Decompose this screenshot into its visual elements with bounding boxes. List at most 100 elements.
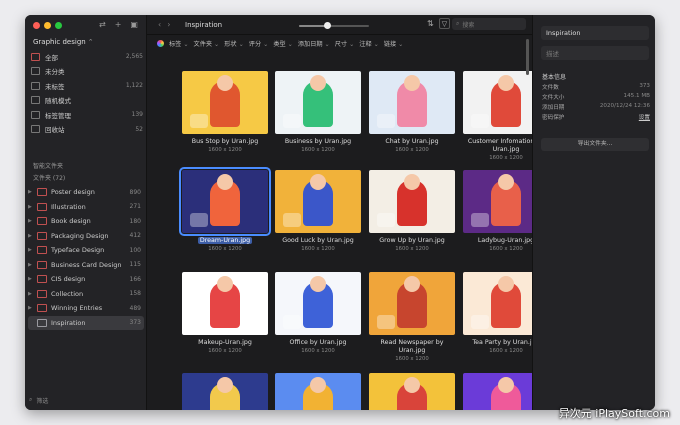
- filter-label: 文件夹: [193, 41, 213, 48]
- disclosure-arrow-icon[interactable]: ▶: [28, 262, 35, 268]
- thumbnail-image[interactable]: [369, 272, 455, 335]
- thumbnail-card[interactable]: Grow Up by Uran.jpg 1600 x 1200: [367, 170, 457, 252]
- sidebar-item[interactable]: 回收站 52: [31, 123, 143, 136]
- thumbnail-card[interactable]: [367, 373, 457, 410]
- filter-dropdown[interactable]: 评分 ⌄: [249, 39, 269, 48]
- folder-icon: [37, 318, 47, 327]
- filter-dropdown[interactable]: 文件夹 ⌄: [194, 39, 220, 48]
- sidebar-item[interactable]: 全部 2,565: [31, 50, 143, 63]
- thumbnail-name: Chat by Uran.jpg: [367, 138, 457, 146]
- thumbnail-card[interactable]: Business by Uran.jpg 1600 x 1200: [273, 71, 363, 153]
- description-field[interactable]: 描述: [541, 46, 649, 60]
- thumbnail-card[interactable]: Read Newspaper by Uran.jpg 1600 x 1200: [367, 272, 457, 362]
- back-icon[interactable]: ‹: [158, 20, 161, 29]
- thumbnail-image[interactable]: [182, 272, 268, 335]
- thumbnail-card[interactable]: Makeup-Uran.jpg 1600 x 1200: [180, 272, 270, 354]
- add-icon[interactable]: +: [115, 20, 122, 29]
- color-filter-icon[interactable]: [157, 40, 164, 47]
- thumbnail-image[interactable]: [275, 71, 361, 134]
- filter-dropdown[interactable]: 添加日期 ⌄: [298, 39, 330, 48]
- filter-dropdown[interactable]: 形状 ⌄: [224, 39, 244, 48]
- folder-item[interactable]: ▶ Packaging Design 412: [28, 229, 144, 243]
- thumbnail-name: Good Luck by Uran.jpg: [273, 237, 363, 245]
- thumbnail-dimensions: 1600 x 1200: [208, 147, 242, 153]
- forward-icon[interactable]: ›: [167, 20, 170, 29]
- thumbnail-image[interactable]: [275, 272, 361, 335]
- filter-dropdown[interactable]: 尺寸 ⌄: [335, 39, 355, 48]
- folders-header[interactable]: 文件夹 (72): [33, 173, 65, 182]
- folder-item[interactable]: ▶ Typeface Design 100: [28, 243, 144, 257]
- folder-item[interactable]: ▶ CIS design 166: [28, 272, 144, 286]
- sidebar-toggle-icon[interactable]: ▣: [130, 20, 138, 29]
- thumbnail-image[interactable]: [182, 71, 268, 134]
- thumbnail-image[interactable]: [179, 167, 271, 236]
- thumbnail-card[interactable]: Chat by Uran.jpg 1600 x 1200: [367, 71, 457, 153]
- untagged-icon: [31, 81, 40, 90]
- inspector-panel: Inspiration 描述 基本信息 文件数 373 文件大小 145.1 MB 添加…: [532, 15, 655, 410]
- filter-dropdown[interactable]: 类型 ⌄: [273, 39, 293, 48]
- trash-icon: [31, 125, 40, 133]
- disclosure-arrow-icon[interactable]: ▶: [28, 291, 35, 297]
- sidebar-item[interactable]: 随机模式: [31, 94, 143, 107]
- slider-knob[interactable]: [323, 22, 331, 29]
- thumbnail-dimensions: 1600 x 1200: [208, 348, 242, 354]
- thumbnail-image[interactable]: [369, 71, 455, 134]
- folder-item[interactable]: ▶ Winning Entries 489: [28, 301, 144, 315]
- info-key: 文件大小: [542, 95, 565, 101]
- folder-icon: [37, 202, 47, 211]
- disclosure-arrow-icon[interactable]: ▶: [28, 218, 35, 224]
- thumbnail-image[interactable]: [369, 373, 455, 410]
- sidebar-item[interactable]: 未分类: [31, 65, 143, 78]
- sort-icon[interactable]: ⇅: [427, 19, 434, 28]
- thumbnail-card[interactable]: [180, 373, 270, 410]
- disclosure-arrow-icon[interactable]: ▶: [28, 233, 35, 239]
- folder-count: 166: [129, 275, 141, 283]
- filter-label: 注释: [359, 41, 372, 48]
- filter-dropdown[interactable]: 链接 ⌄: [384, 39, 404, 48]
- close-button[interactable]: [33, 22, 40, 29]
- thumbnail-image[interactable]: [275, 170, 361, 233]
- library-switcher[interactable]: Graphic design ⌃: [33, 38, 94, 46]
- sync-icon[interactable]: ⇄: [99, 20, 106, 29]
- filter-dropdown[interactable]: 标签 ⌄: [169, 39, 189, 48]
- filter-dropdown[interactable]: 注释 ⌄: [359, 39, 379, 48]
- info-value[interactable]: 设置: [639, 113, 650, 121]
- disclosure-arrow-icon[interactable]: ▶: [28, 247, 35, 253]
- thumbnail-image[interactable]: [275, 373, 361, 410]
- folder-item[interactable]: ▶ Collection 158: [28, 287, 144, 301]
- filter-icon[interactable]: ▽: [439, 18, 450, 29]
- thumbnail-card[interactable]: Good Luck by Uran.jpg 1600 x 1200: [273, 170, 363, 252]
- disclosure-arrow-icon[interactable]: ▶: [28, 276, 35, 282]
- smart-folders-header[interactable]: 智能文件夹: [33, 161, 63, 170]
- sidebar-filter[interactable]: ⌕ 筛选: [29, 394, 143, 406]
- thumbnail-image[interactable]: [182, 373, 268, 410]
- illustration-head: [404, 377, 420, 393]
- folder-icon: [37, 304, 47, 312]
- sidebar-item-count: 139: [131, 111, 143, 118]
- illustration-prop: [471, 114, 489, 128]
- sidebar-item[interactable]: 未标签 1,122: [31, 79, 143, 92]
- folder-name-field[interactable]: Inspiration: [541, 26, 649, 40]
- export-folder-button[interactable]: 导出文件夹...: [541, 138, 649, 151]
- thumbnail-card[interactable]: Bus Stop by Uran.jpg 1600 x 1200: [180, 71, 270, 153]
- sidebar-item[interactable]: 标签管理 139: [31, 108, 143, 121]
- folder-item[interactable]: ▶ Book design 180: [28, 214, 144, 228]
- disclosure-arrow-icon[interactable]: ▶: [28, 204, 35, 210]
- folder-item[interactable]: Inspiration 373: [28, 315, 144, 330]
- illustration-head: [404, 276, 420, 292]
- zoom-button[interactable]: [55, 22, 62, 29]
- thumbnail-image[interactable]: [369, 170, 455, 233]
- disclosure-arrow-icon[interactable]: ▶: [28, 305, 35, 311]
- folder-item[interactable]: ▶ Illustration 271: [28, 200, 144, 214]
- minimize-button[interactable]: [44, 22, 51, 29]
- thumbnail-card[interactable]: [273, 373, 363, 410]
- thumbnail-card[interactable]: Dream-Uran.jpg 1600 x 1200: [179, 167, 271, 252]
- folder-item[interactable]: ▶ Business Card Design 115: [28, 258, 144, 272]
- folder-item[interactable]: ▶ Poster design 890: [28, 185, 144, 199]
- scrollbar[interactable]: [526, 39, 529, 75]
- disclosure-arrow-icon[interactable]: ▶: [28, 189, 35, 195]
- thumbnail-card[interactable]: Office by Uran.jpg 1600 x 1200: [273, 272, 363, 354]
- search-input[interactable]: ⌕ 搜索: [452, 18, 526, 30]
- folder-icon: [37, 231, 47, 240]
- thumbnail-size-slider[interactable]: [299, 22, 369, 29]
